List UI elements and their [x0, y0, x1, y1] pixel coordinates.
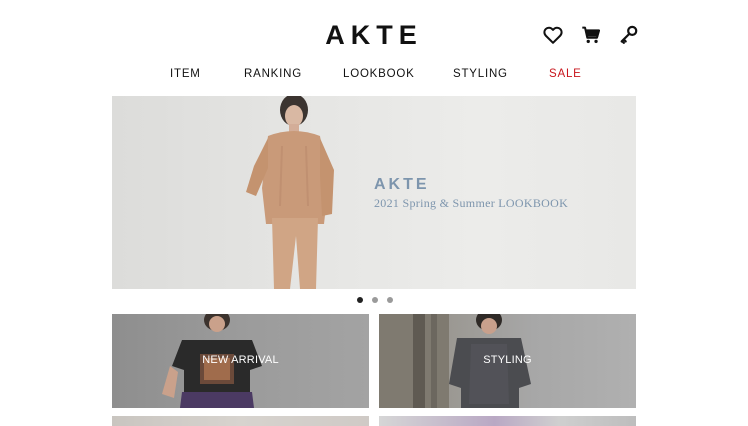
styling-tile-label: STYLING: [483, 354, 532, 366]
key-icon[interactable]: [618, 24, 640, 46]
new-arrival-label: NEW ARRIVAL: [202, 354, 279, 366]
nav-item-item[interactable]: ITEM: [170, 68, 201, 80]
hero-banner[interactable]: AKTE 2021 Spring & Summer LOOKBOOK: [112, 96, 636, 289]
nav-item-lookbook[interactable]: LOOKBOOK: [343, 68, 415, 80]
hero-model-image: [246, 96, 334, 289]
heart-icon[interactable]: [542, 24, 564, 46]
header-icons: [540, 24, 640, 46]
carousel-dot-2[interactable]: [372, 297, 378, 303]
new-arrival-tile[interactable]: NEW ARRIVAL: [112, 314, 369, 408]
styling-tile[interactable]: STYLING: [379, 314, 636, 408]
carousel-indicators: [355, 297, 395, 305]
carousel-dot-3[interactable]: [387, 297, 393, 303]
nav-item-styling[interactable]: STYLING: [453, 68, 508, 80]
nav-item-sale[interactable]: SALE: [549, 68, 582, 80]
next-tile-left-partial[interactable]: [112, 416, 369, 426]
hero-caption: 2021 Spring & Summer LOOKBOOK: [374, 196, 569, 210]
hero-brand-text: AKTE: [374, 176, 430, 193]
cart-icon[interactable]: [580, 24, 602, 46]
next-tile-right-partial[interactable]: [379, 416, 636, 426]
global-nav: ITEM RANKING LOOKBOOK STYLING SALE: [112, 68, 636, 86]
nav-item-ranking[interactable]: RANKING: [244, 68, 302, 80]
carousel-dot-1[interactable]: [357, 297, 363, 303]
